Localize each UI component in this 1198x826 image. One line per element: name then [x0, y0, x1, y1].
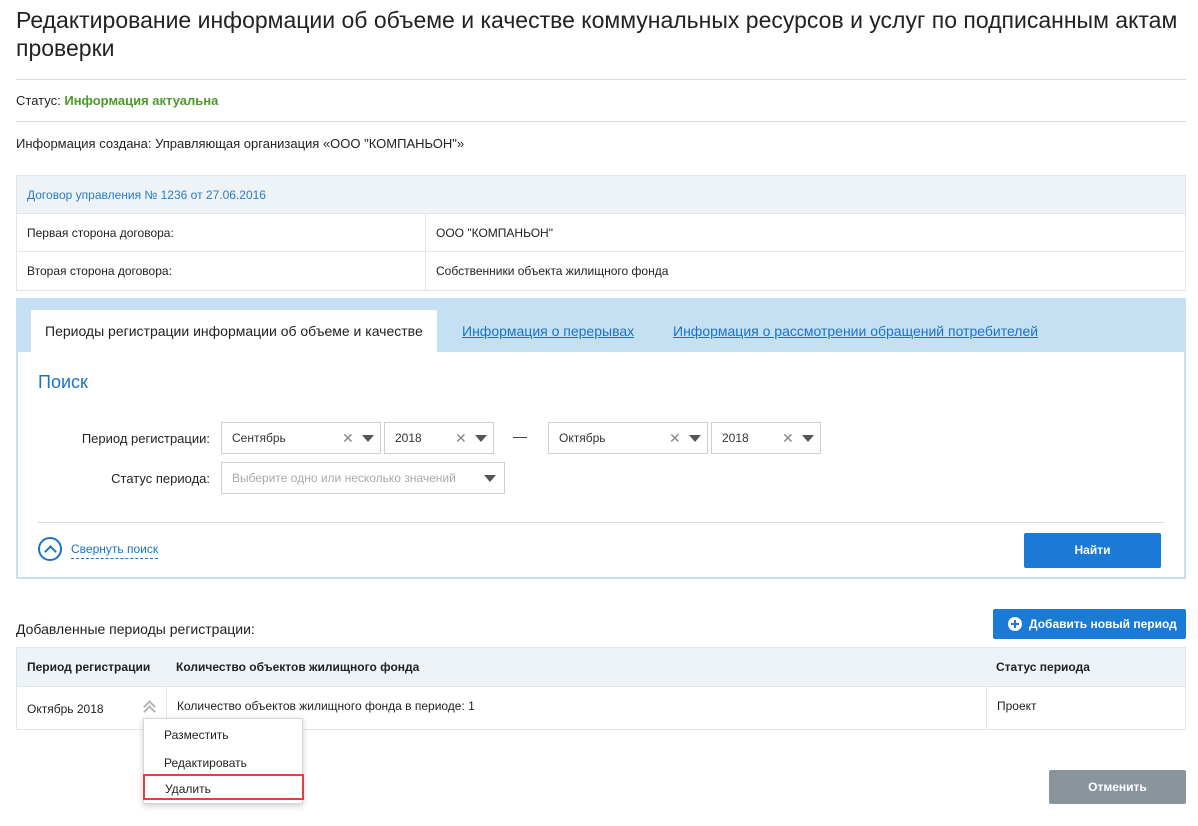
contract-info: Договор управления № 1236 от 27.06.2016 … [16, 175, 1186, 291]
chevron-down-icon[interactable] [802, 435, 814, 442]
page-title: Редактирование информации об объеме и ка… [16, 7, 1178, 61]
tab-appeals[interactable]: Информация о рассмотрении обращений потр… [673, 323, 1038, 339]
column-header: Количество объектов жилищного фонда [176, 660, 420, 674]
menu-item-publish[interactable]: Разместить [144, 721, 302, 747]
menu-item-delete[interactable]: Удалить [143, 774, 304, 800]
divider [16, 79, 1186, 80]
row-actions-menu: Разместить Редактировать Удалить [143, 718, 304, 804]
chevron-down-icon[interactable] [475, 435, 487, 442]
clear-icon[interactable]: ✕ [455, 430, 467, 447]
created-label: Информация создана: [16, 136, 152, 151]
search-title: Поиск [38, 372, 88, 392]
status-period-label: Статус периода: [111, 471, 210, 486]
range-separator: — [513, 428, 527, 444]
contract-row: Первая сторона договора: ООО "КОМПАНЬОН" [17, 214, 1185, 252]
chevron-down-icon[interactable] [362, 435, 374, 442]
tabs-panel: Периоды регистрации информации об объеме… [16, 298, 1186, 579]
tab-interruptions[interactable]: Информация о перерывах [462, 323, 634, 339]
contract-value: Собственники объекта жилищного фонда [436, 264, 669, 278]
period-label: Период регистрации: [81, 431, 210, 446]
status-value: Информация актуальна [64, 93, 219, 108]
from-month-value: Сентябрь [232, 431, 286, 445]
chevron-down-icon[interactable] [689, 435, 701, 442]
tab-periods[interactable]: Периоды регистрации информации об объеме… [31, 310, 437, 352]
status-line: Статус: Информация актуальна [16, 93, 218, 108]
contract-key: Первая сторона договора: [17, 214, 426, 251]
contract-value: ООО "КОМПАНЬОН" [436, 226, 553, 240]
status-label: Статус: [16, 93, 61, 108]
to-year-select[interactable]: 2018 ✕ [711, 422, 821, 454]
clear-icon[interactable]: ✕ [669, 430, 681, 447]
clear-icon[interactable]: ✕ [342, 430, 354, 447]
find-button[interactable]: Найти [1024, 533, 1161, 568]
contract-row: Вторая сторона договора: Собственники об… [17, 252, 1185, 290]
periods-title: Добавленные периоды регистрации: [16, 621, 255, 637]
tabs-bar: Периоды регистрации информации об объеме… [18, 300, 1184, 352]
add-period-button[interactable]: Добавить новый период [993, 609, 1186, 639]
clear-icon[interactable]: ✕ [782, 430, 794, 447]
column-header: Период регистрации [27, 660, 151, 674]
column-header: Статус периода [996, 660, 1090, 674]
to-month-value: Октябрь [559, 431, 606, 445]
divider [16, 121, 1186, 122]
collapse-search-link[interactable]: Свернуть поиск [71, 542, 159, 559]
menu-item-edit[interactable]: Редактировать [144, 749, 302, 775]
chevron-up-circle-icon[interactable] [38, 537, 62, 561]
period-value: Октябрь 2018 [27, 702, 104, 716]
double-chevron-up-icon[interactable] [143, 699, 155, 715]
created-value: Управляющая организация «ООО "КОМПАНЬОН"… [155, 136, 465, 151]
from-year-select[interactable]: 2018 ✕ [384, 422, 494, 454]
from-month-select[interactable]: Сентябрь ✕ [221, 422, 381, 454]
created-line: Информация создана: Управляющая организа… [16, 136, 464, 151]
to-month-select[interactable]: Октябрь ✕ [548, 422, 708, 454]
status-period-select[interactable]: Выберите одно или несколько значений [221, 462, 505, 494]
plus-circle-icon [1008, 617, 1022, 631]
contract-key: Вторая сторона договора: [17, 252, 426, 290]
add-period-label: Добавить новый период [1029, 617, 1177, 631]
from-year-value: 2018 [395, 431, 422, 445]
contract-title[interactable]: Договор управления № 1236 от 27.06.2016 [17, 176, 1185, 214]
table-header: Период регистрации Количество объектов ж… [17, 648, 1185, 686]
to-year-value: 2018 [722, 431, 749, 445]
status-period-placeholder: Выберите одно или несколько значений [232, 471, 456, 485]
status-cell: Проект [986, 687, 1185, 729]
chevron-down-icon[interactable] [484, 475, 496, 482]
search-divider [38, 522, 1164, 523]
cancel-button[interactable]: Отменить [1049, 770, 1186, 804]
